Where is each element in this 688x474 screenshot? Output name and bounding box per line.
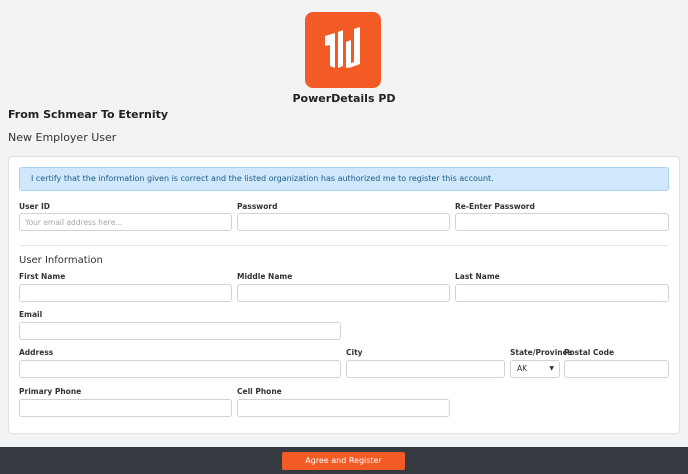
city-label: City	[346, 348, 363, 357]
brand-logo	[305, 12, 381, 88]
last-name-input[interactable]	[455, 284, 669, 302]
postal-code-input[interactable]	[564, 360, 669, 378]
email-label: Email	[19, 310, 43, 319]
org-name: From Schmear To Eternity	[8, 108, 169, 121]
last-name-label: Last Name	[455, 272, 500, 281]
cell-phone-label: Cell Phone	[237, 387, 282, 396]
pd-logo-icon	[325, 27, 360, 68]
certification-notice: I certify that the information given is …	[19, 167, 669, 191]
section-divider	[19, 245, 669, 246]
city-input[interactable]	[346, 360, 505, 378]
middle-name-input[interactable]	[237, 284, 450, 302]
first-name-input[interactable]	[19, 284, 232, 302]
middle-name-label: Middle Name	[237, 272, 293, 281]
caret-down-icon: ▼	[549, 365, 554, 372]
state-select[interactable]: AK ▼	[510, 360, 560, 378]
first-name-label: First Name	[19, 272, 66, 281]
page-subtitle: New Employer User	[8, 131, 117, 144]
email-input[interactable]	[19, 322, 341, 340]
password-input[interactable]	[237, 213, 450, 231]
state-value: AK	[517, 364, 528, 373]
state-label: State/Province	[510, 348, 573, 357]
cell-phone-input[interactable]	[237, 399, 450, 417]
reenter-password-input[interactable]	[455, 213, 669, 231]
user-info-title: User Information	[19, 255, 103, 266]
brand-name: PowerDetails PD	[292, 92, 396, 105]
agree-register-button[interactable]: Agree and Register	[282, 452, 405, 470]
postal-code-label: Postal Code	[564, 348, 615, 357]
user-id-input[interactable]	[19, 213, 232, 231]
password-label: Password	[237, 202, 278, 211]
primary-phone-input[interactable]	[19, 399, 232, 417]
reenter-password-label: Re-Enter Password	[455, 202, 535, 211]
user-id-label: User ID	[19, 202, 50, 211]
primary-phone-label: Primary Phone	[19, 387, 82, 396]
address-label: Address	[19, 348, 54, 357]
address-input[interactable]	[19, 360, 341, 378]
